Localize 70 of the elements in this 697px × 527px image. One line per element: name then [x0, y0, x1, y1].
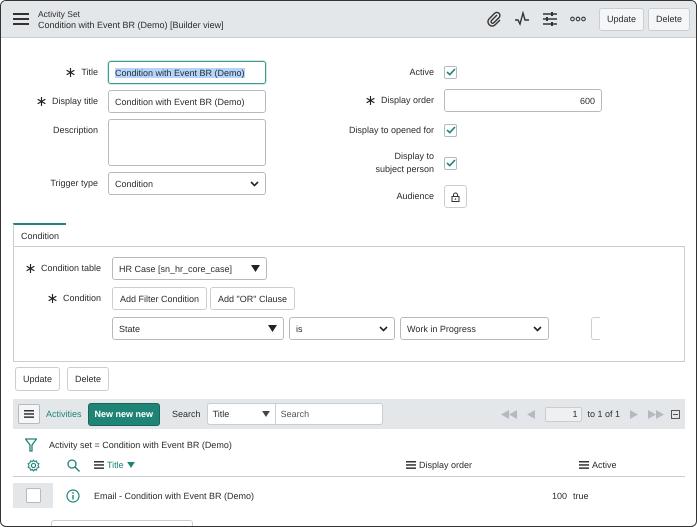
- table-dropdown[interactable]: HR Case [sn_hr_core_case]: [112, 257, 267, 280]
- checkbox[interactable]: [444, 66, 457, 78]
- list-menu-button[interactable]: [18, 404, 40, 424]
- delete-button[interactable]: Delete: [648, 8, 690, 30]
- menu-icon: [24, 410, 34, 418]
- update-button[interactable]: Update: [598, 8, 644, 30]
- field-label: Description: [52, 125, 98, 135]
- lock-button[interactable]: [444, 185, 467, 208]
- page-count: to 1 of 1: [587, 409, 620, 419]
- add-filter-button[interactable]: Add Filter Condition: [112, 287, 208, 310]
- field-label: Active: [409, 66, 434, 78]
- chevron-icon: [533, 326, 542, 332]
- column-header[interactable]: Title: [107, 460, 124, 470]
- delete-button[interactable]: Delete: [67, 367, 110, 391]
- table-cell-text: true: [573, 490, 590, 500]
- column-menu-icon[interactable]: [579, 461, 589, 469]
- update-button[interactable]: Update: [15, 367, 60, 391]
- page-field[interactable]: 1: [545, 406, 582, 422]
- column-header[interactable]: Active: [592, 460, 617, 470]
- field-label: Display to opened for: [348, 124, 434, 136]
- operator-dropdown[interactable]: is: [289, 317, 395, 340]
- dropdown-triangle-icon: [251, 265, 260, 272]
- dropdown-triangle-icon: [268, 325, 277, 332]
- search-input[interactable]: Search: [274, 403, 383, 425]
- sliders-icon[interactable]: [542, 11, 558, 27]
- settings-icon[interactable]: [26, 458, 40, 472]
- dropdown-triangle-icon: [262, 411, 270, 417]
- field-label: Audience: [396, 190, 434, 203]
- record-title: Condition with Event BR (Demo) [Builder view]: [38, 20, 224, 30]
- add-or-button[interactable]: Add "OR" Clause: [210, 287, 295, 310]
- table-cell[interactable]: Email - Condition with Event BR (Demo): [93, 490, 403, 500]
- field-label: Trigger type: [50, 178, 98, 188]
- field-label: Condition table: [40, 263, 101, 273]
- info-icon[interactable]: [66, 488, 80, 502]
- field-label: Display to subject person: [374, 150, 434, 176]
- paperclip-icon[interactable]: [486, 11, 502, 27]
- checkbox[interactable]: [444, 124, 457, 136]
- chevron-icon: [379, 326, 388, 332]
- search-field-dropdown[interactable]: Title: [206, 403, 275, 425]
- partial-field[interactable]: [591, 317, 600, 340]
- new-button[interactable]: New new new: [88, 402, 160, 426]
- field-label: Condition: [62, 293, 101, 303]
- field-label: Display order: [380, 94, 434, 107]
- checkbox[interactable]: [444, 156, 457, 170]
- number-field[interactable]: 600: [444, 89, 602, 112]
- value-dropdown[interactable]: Work in Progress: [400, 317, 549, 340]
- search-icon[interactable]: [66, 458, 80, 472]
- chevron-icon: [250, 180, 259, 186]
- field-label: Title: [81, 67, 98, 77]
- menu-icon[interactable]: [13, 13, 29, 25]
- collapse-icon[interactable]: [671, 410, 680, 418]
- record-type: Activity Set: [38, 8, 82, 18]
- table-cell-text: 100: [550, 490, 568, 500]
- field-dropdown[interactable]: State: [112, 317, 284, 340]
- row-checkbox[interactable]: [26, 488, 40, 503]
- column-header[interactable]: Display order: [419, 460, 472, 470]
- field-label: Display title: [52, 96, 98, 106]
- list-title-link[interactable]: Activities: [46, 409, 82, 419]
- search-label: Search: [172, 409, 201, 419]
- pulse-icon[interactable]: [514, 11, 530, 27]
- text-field[interactable]: Condition with Event BR (Demo): [108, 61, 266, 84]
- filter-icon[interactable]: [25, 438, 37, 452]
- dropdown-field[interactable]: Condition: [108, 172, 266, 195]
- column-menu-icon[interactable]: [406, 461, 416, 469]
- column-menu-icon[interactable]: [94, 461, 104, 469]
- filter-breadcrumb[interactable]: Activity set = Condition with Event BR (Demo): [49, 440, 232, 450]
- text-field[interactable]: Condition with Event BR (Demo): [108, 90, 266, 113]
- section-tab[interactable]: Condition: [13, 223, 66, 246]
- lock-icon: [451, 192, 460, 202]
- more-icon[interactable]: [570, 16, 586, 22]
